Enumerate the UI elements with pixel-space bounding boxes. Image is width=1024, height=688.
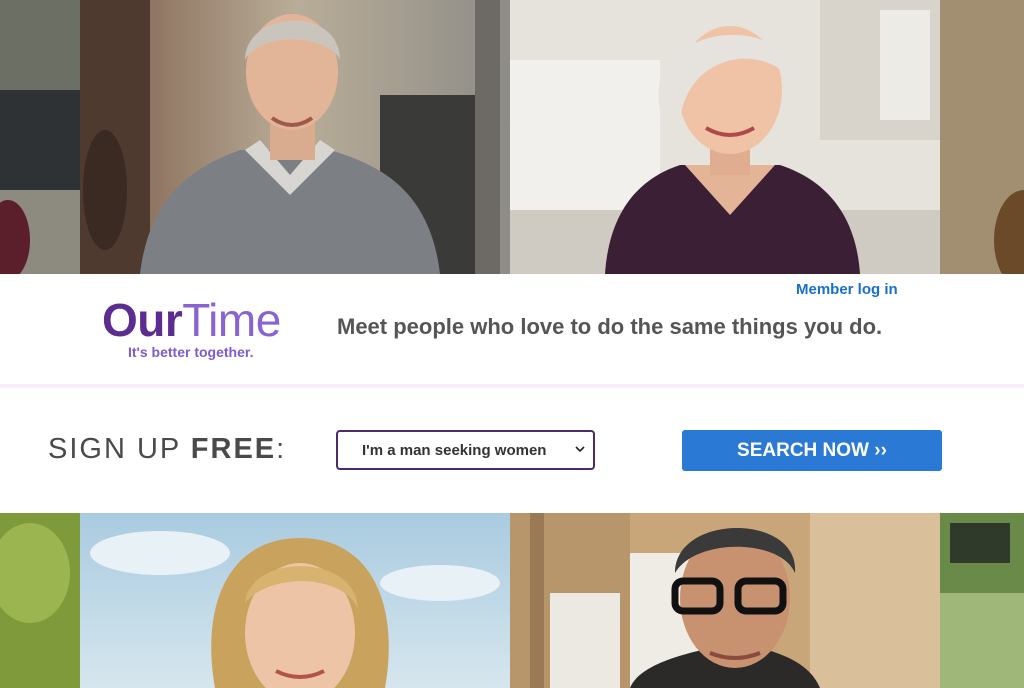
edge-photo-left-bottom (0, 513, 80, 688)
photo-woman-kitchen (510, 0, 940, 274)
ourtime-logo[interactable]: OurTime It's better together. (102, 294, 308, 360)
seeking-select[interactable]: I'm a man seeking women (336, 430, 595, 470)
headline: Meet people who love to do the same thin… (337, 314, 883, 339)
signup-label: SIGN UP FREE: (48, 433, 287, 465)
search-now-button[interactable]: SEARCH NOW ›› (682, 430, 942, 471)
photo-man-glasses (510, 513, 940, 688)
bottom-photo-strip (0, 513, 1024, 688)
logo-tagline: It's better together. (128, 344, 254, 360)
edge-photo-left (0, 0, 80, 274)
member-login-link[interactable]: Member log in (796, 281, 898, 298)
chevron-down-icon (575, 446, 585, 453)
photo-man-street (80, 0, 510, 274)
seeking-select-value: I'm a man seeking women (362, 442, 547, 459)
edge-photo-right-bottom (940, 513, 1024, 688)
logo-wordmark: OurTime (102, 294, 281, 346)
photo-woman-outdoors (80, 513, 510, 688)
edge-photo-right (940, 0, 1024, 274)
top-photo-strip (0, 0, 1024, 274)
